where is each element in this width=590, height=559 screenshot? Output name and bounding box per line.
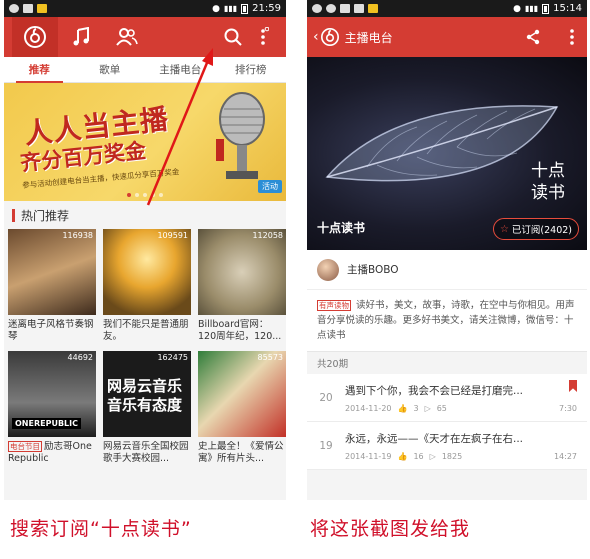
right-caption: 将这张截图发给我 xyxy=(310,518,471,540)
episode-number: 20 xyxy=(319,391,333,404)
description-text: 读好书，美文，故事，诗歌，在空中与你相见。用声音分享悦读的乐趣。更多好书美文，请… xyxy=(317,300,575,341)
wifi-icon: ● xyxy=(513,3,521,14)
back-chevron-icon[interactable]: ‹ xyxy=(313,29,319,45)
episode-likes: 3 xyxy=(413,403,419,413)
right-phone-screen: ● ▮▮▮ 15:14 ‹ 主播电台 十点 读书 十点读书 ☆ 已订阅(2402… xyxy=(307,0,587,500)
episode-meta: 2014-11-19 👍 16 ▷ 1825 xyxy=(345,452,587,461)
episode-likes: 16 xyxy=(413,451,424,461)
radio-cover: 十点 读书 十点读书 ☆ 已订阅(2402) xyxy=(307,57,587,250)
cover-art-title: 十点 读书 xyxy=(531,161,565,203)
radio-header: ‹ 主播电台 xyxy=(307,17,587,57)
host-row[interactable]: 主播BOBO xyxy=(307,250,587,290)
host-name: 主播BOBO xyxy=(347,264,399,276)
episode-row[interactable]: 19 永远，永远——《天才在左疯子在右... 2014-11-19 👍 16 ▷ 1… xyxy=(307,422,587,470)
phone-notification-icon xyxy=(354,4,364,13)
netease-logo-icon xyxy=(320,28,339,46)
status-time: 15:14 xyxy=(553,3,582,14)
episode-date: 2014-11-20 xyxy=(345,403,392,413)
like-icon: 👍 xyxy=(397,403,408,413)
like-icon: 👍 xyxy=(397,451,408,461)
left-caption: 搜索订阅“十点读书” xyxy=(10,518,192,540)
play-icon: ▷ xyxy=(429,451,436,461)
episode-duration: 7:30 xyxy=(559,404,577,413)
image-notification-icon xyxy=(340,4,350,13)
episode-meta: 2014-11-20 👍 3 ▷ 65 xyxy=(345,404,587,413)
play-icon: ▷ xyxy=(424,403,431,413)
share-icon[interactable] xyxy=(525,29,541,45)
episode-plays: 65 xyxy=(436,403,447,413)
status-bar: ● ▮▮▮ 15:14 xyxy=(307,0,587,17)
episode-number: 19 xyxy=(319,439,333,452)
host-avatar xyxy=(317,258,339,281)
episode-count: 共20期 xyxy=(317,359,349,370)
location-icon xyxy=(326,4,336,13)
radio-title: 十点读书 xyxy=(317,221,366,235)
page-title: 主播电台 xyxy=(344,30,393,45)
subscribed-button[interactable]: ☆ 已订阅(2402) xyxy=(492,218,579,240)
more-vertical-icon[interactable] xyxy=(569,28,575,46)
screenshot-stage: ● ▮▮▮ 21:59 推荐 歌单 主播电台 排行榜 人人当主播 齐分百万奖金 … xyxy=(0,0,590,559)
episode-plays: 1825 xyxy=(441,451,463,461)
episode-title: 遇到下个你，我会不会已经是打磨完... xyxy=(345,384,524,397)
app-notification-icon xyxy=(312,4,322,13)
battery-icon xyxy=(542,3,550,14)
subscribed-label: 已订阅(2402) xyxy=(511,225,572,236)
category-tag: 有声读物 xyxy=(317,300,351,311)
signal-icon: ▮▮▮ xyxy=(524,4,539,13)
episode-date: 2014-11-19 xyxy=(345,451,392,461)
episode-row[interactable]: 20 遇到下个你，我会不会已经是打磨完... 2014-11-20 👍 3 ▷ 65… xyxy=(307,374,587,422)
radio-description: 有声读物 读好书，美文，故事，诗歌，在空中与你相见。用声音分享悦读的乐趣。更多好… xyxy=(307,290,587,352)
episode-title: 永远，永远——《天才在左疯子在右... xyxy=(345,432,524,445)
star-icon: ☆ xyxy=(499,223,509,235)
shield-notification-icon xyxy=(368,4,378,13)
episode-duration: 14:27 xyxy=(553,452,577,461)
